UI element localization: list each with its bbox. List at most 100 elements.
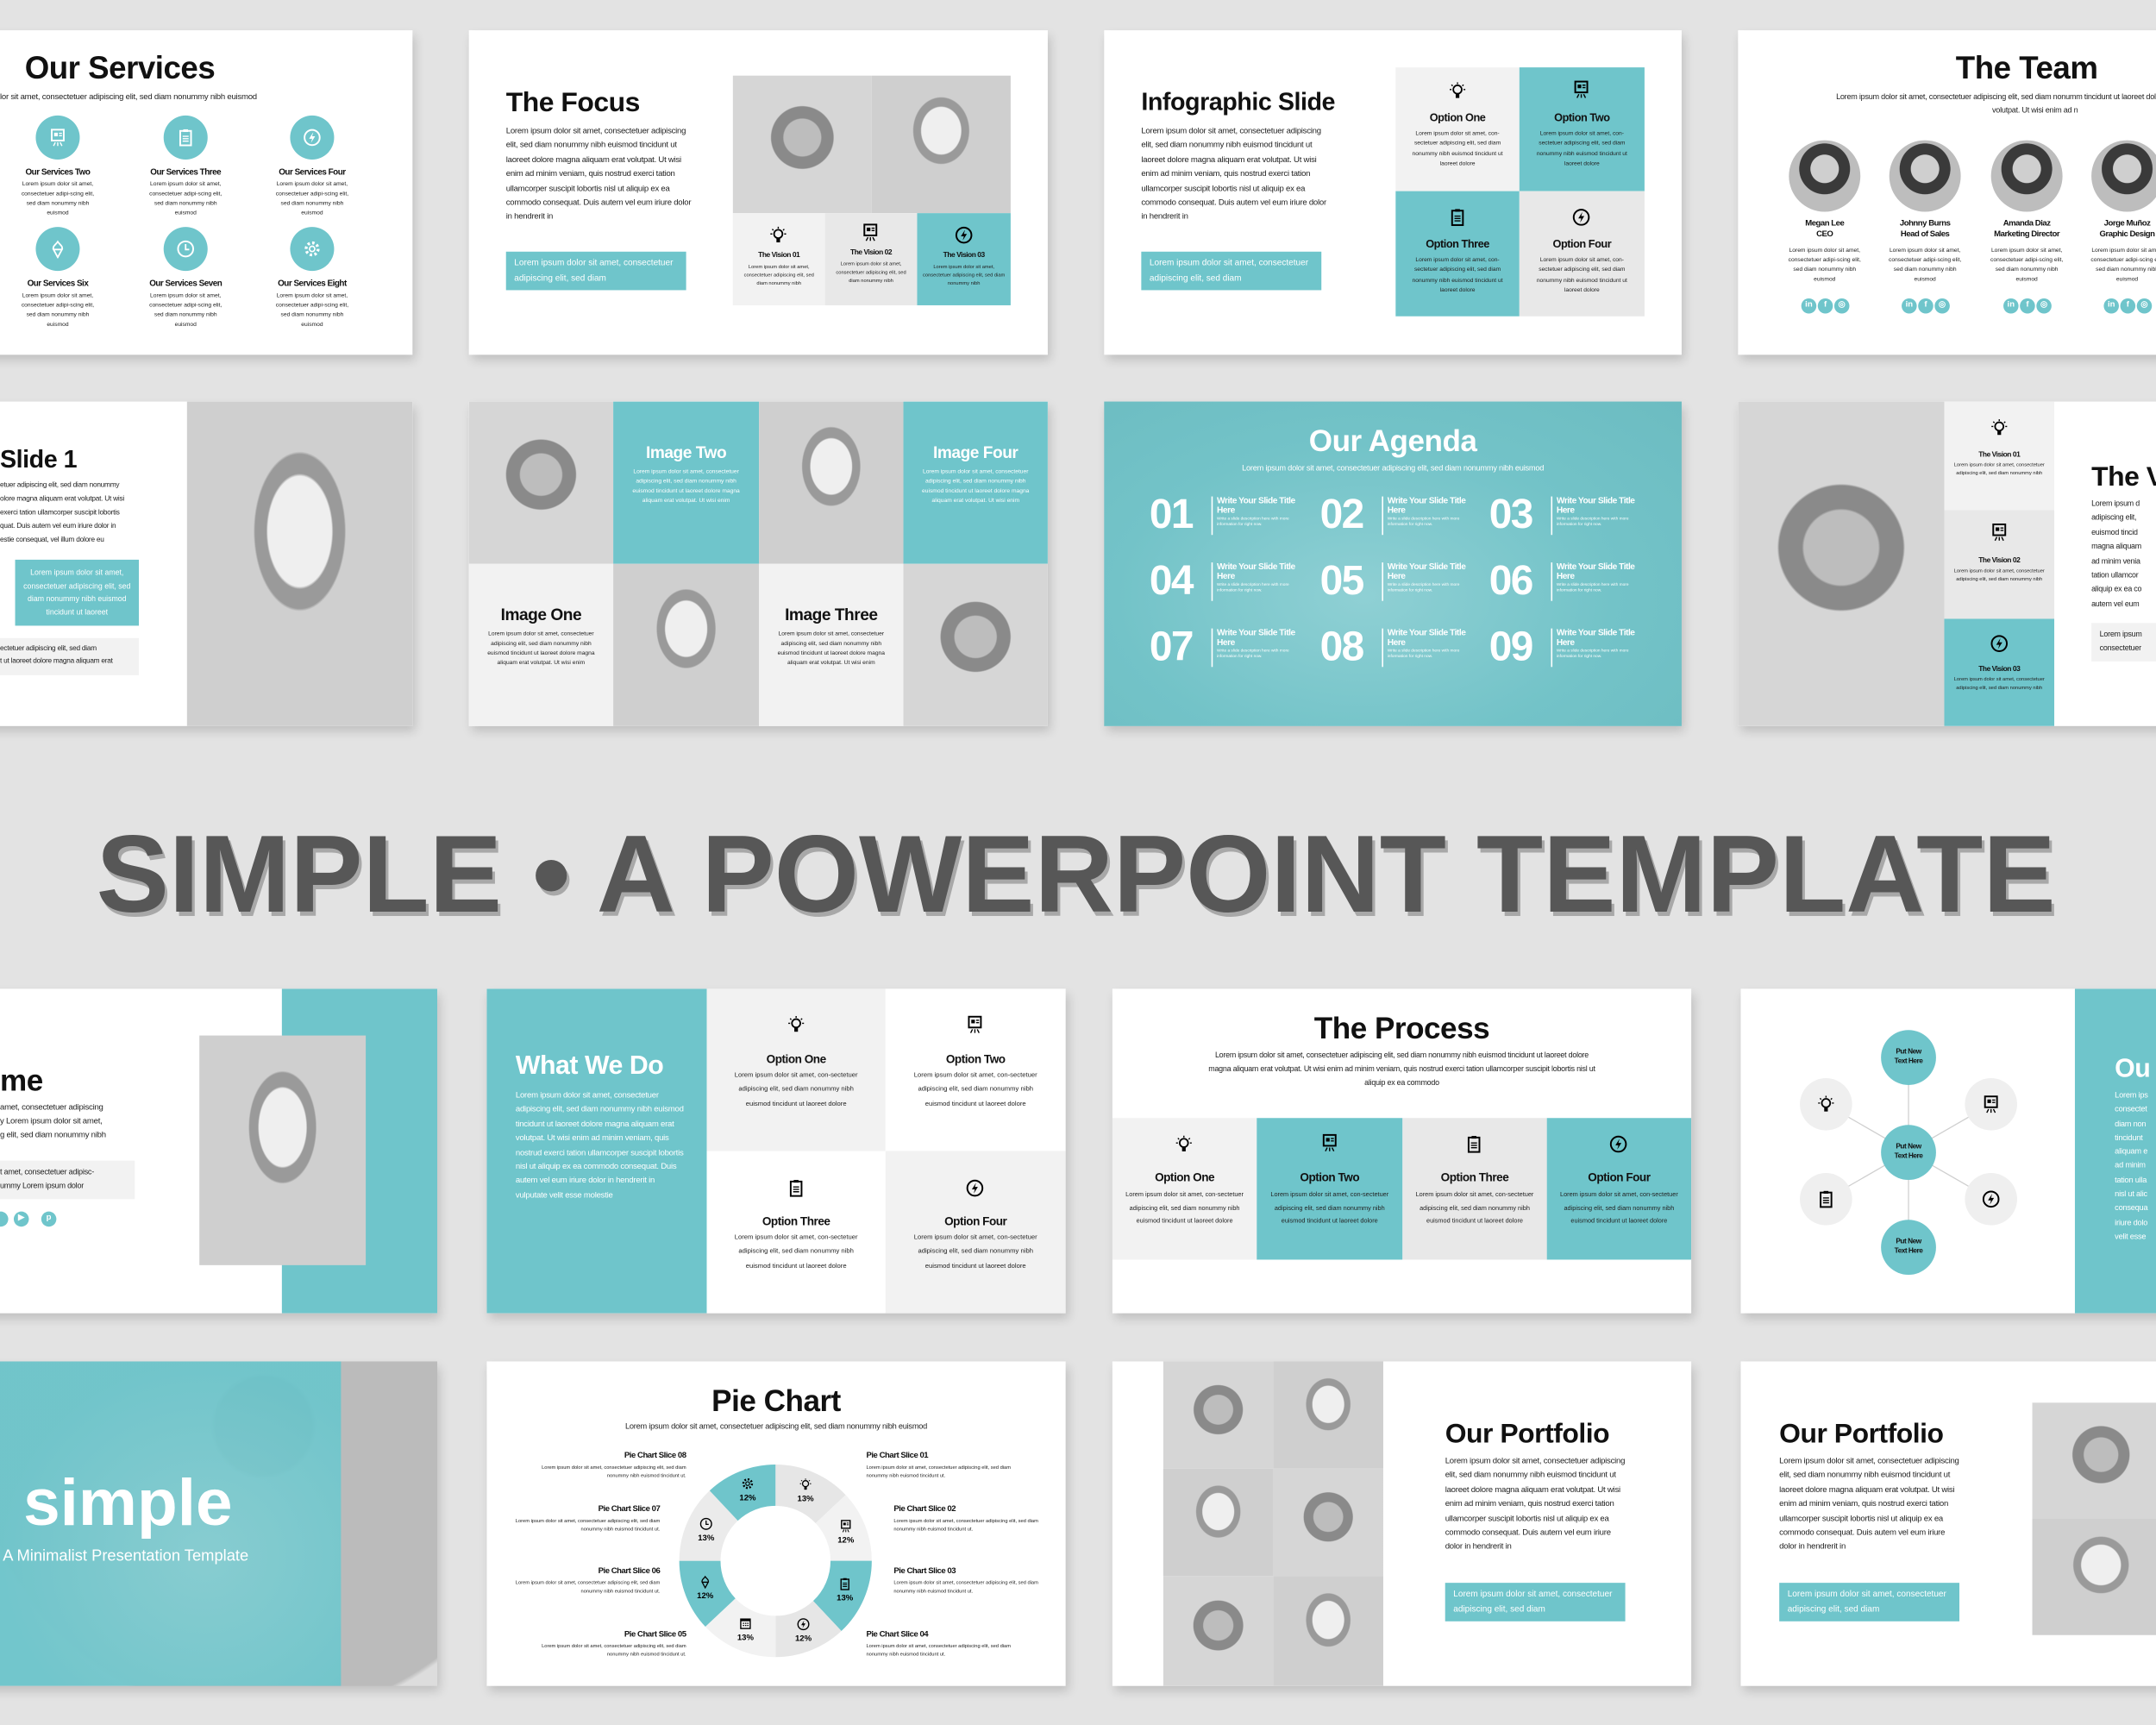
slide-network-diagram[interactable]: Put New Text Here Put New Text Here Put …: [1740, 988, 2156, 1314]
option-cell: Option One Lorem ipsum dolor sit amet, c…: [1395, 67, 1520, 191]
avatar: [1889, 140, 1961, 212]
member-desc: Lorem ipsum dolor sit amet, consectetuer…: [1889, 246, 1962, 282]
portfolio-photo: [2032, 1402, 2156, 1519]
slide-subtitle: Lorem ipsum dolor sit amet, consectetuer…: [1836, 93, 2156, 116]
agenda-divider: [1211, 628, 1213, 668]
slide-about-me[interactable]: me amet, consectetuer adipiscing y Lorem…: [0, 988, 438, 1314]
avatar: [1789, 140, 1861, 212]
teal-panel: Ou Lorem ips consectet diam non tincidun…: [2074, 988, 2156, 1314]
portfolio-photo: [1273, 1361, 1383, 1469]
body-line: nisl ut alic: [2115, 1190, 2147, 1200]
vision-cell: The Vision 03 Lorem ipsum dolor sit amet…: [1944, 618, 2055, 726]
legend-label: Pie Chart Slice 04: [866, 1630, 929, 1640]
body-line: Lorem ips: [2115, 1091, 2148, 1101]
box-line: t ut laoreet dolore magna aliquam erat: [0, 657, 113, 666]
service-icon-circle: [290, 115, 335, 160]
member-role: Graphic Design: [2099, 230, 2156, 240]
clipboard-icon: [1448, 208, 1467, 227]
slide-the-process[interactable]: The Process Lorem ipsum dolor sit amet, …: [1112, 988, 1692, 1314]
option-cell: Option Three Lorem ipsum dolor sit amet,…: [1395, 191, 1520, 317]
box-line: ummy Lorem ipsum dolor: [0, 1182, 85, 1191]
slide-the-vision[interactable]: The Vision 01 Lorem ipsum dolor sit amet…: [1738, 401, 2156, 726]
image-caption-cell: Image One Lorem ipsum dolor sit amet, co…: [468, 563, 614, 726]
slide-our-services[interactable]: Our Services lor sit amet, consectetuer …: [0, 30, 413, 355]
ice-cream-photo: [732, 75, 872, 214]
body-line: g elit, sed diam nonummy nibh: [0, 1132, 106, 1140]
option-label: Option Three: [761, 1214, 830, 1228]
slide-pie-chart[interactable]: Pie Chart Lorem ipsum dolor sit amet, co…: [486, 1361, 1066, 1686]
body-line: consectet: [2115, 1106, 2147, 1114]
facebook-icon[interactable]: f: [1918, 298, 1934, 314]
legend-desc: Lorem ipsum dolor sit amet, consectetuer…: [542, 1643, 686, 1658]
social-icon[interactable]: [0, 1211, 9, 1227]
portfolio-photo: [1163, 1468, 1274, 1577]
vision-desc: Lorem ipsum dolor sit amet, consectetuer…: [836, 260, 906, 284]
slide-infographic[interactable]: Infographic Slide Lorem ipsum dolor sit …: [1104, 30, 1682, 355]
service-desc: Lorem ipsum dolor sit amet, consectetuer…: [21, 179, 95, 216]
member-role: CEO: [1816, 230, 1833, 240]
agenda-item-title: Write Your Slide Title Here: [1217, 628, 1295, 648]
slide-body: Lorem ips consectet diam non tincidunt a…: [2115, 1089, 2148, 1245]
agenda-item-desc: Write a slide description here with more…: [1217, 647, 1289, 659]
cover-title: simple: [23, 1467, 233, 1540]
body-line: euismod tincid: [2091, 529, 2138, 538]
bolt-icon: [1990, 634, 2009, 653]
instagram-icon[interactable]: ◎: [2036, 298, 2052, 314]
youtube-icon[interactable]: ▶: [13, 1211, 29, 1227]
option-desc: Lorem ipsum dolor sit amet, con-sectetue…: [734, 1234, 858, 1270]
linkedin-icon[interactable]: in: [1902, 298, 1917, 314]
slide-title: Our Portfolio: [1445, 1419, 1610, 1450]
slide-our-portfolio-2[interactable]: Our Portfolio Lorem ipsum dolor sit amet…: [1740, 1361, 2156, 1686]
body-line: aliquip ex ea co: [2091, 586, 2142, 595]
slide-subtitle: lor sit amet, consectetuer adipiscing el…: [0, 93, 257, 102]
vision-desc: Lorem ipsum dolor sit amet, consectetuer…: [923, 264, 1006, 286]
slide-the-focus[interactable]: The Focus Lorem ipsum dolor sit amet, co…: [468, 30, 1048, 355]
ice-cream-cone-photo: [613, 563, 760, 726]
bolt-icon: [303, 128, 322, 147]
option-desc: Lorem ipsum dolor sit amet, con-sectetue…: [734, 1072, 858, 1108]
page-title-text: SIMPLE • A POWERPOINT TEMPLATE: [97, 813, 2056, 935]
pinterest-icon[interactable]: p: [41, 1211, 57, 1227]
agenda-number: 08: [1319, 624, 1365, 670]
vision-cell: The Vision 02 Lorem ipsum dolor sit amet…: [824, 213, 918, 305]
vision-cell: The Vision 02 Lorem ipsum dolor sit amet…: [1944, 510, 2055, 619]
body-line: iriure dolo: [2115, 1219, 2148, 1228]
slide-our-portfolio-1[interactable]: Our Portfolio Lorem ipsum dolor sit amet…: [1112, 1361, 1692, 1686]
slide-our-agenda[interactable]: Our Agenda Lorem ipsum dolor sit amet, c…: [1104, 401, 1682, 726]
box-line: ectetuer adipiscing elit, sed diam: [0, 644, 97, 654]
option-label: Option One: [1155, 1170, 1215, 1184]
instagram-icon[interactable]: ◎: [1833, 298, 1850, 314]
facebook-icon[interactable]: f: [1817, 298, 1833, 314]
image-label: Image Two: [646, 442, 727, 462]
linkedin-icon[interactable]: in: [2103, 298, 2119, 314]
linkedin-icon[interactable]: in: [1801, 298, 1817, 314]
facebook-icon[interactable]: f: [2120, 298, 2136, 314]
presentation-icon: [861, 223, 880, 242]
parfait-photo: [759, 401, 904, 564]
instagram-icon[interactable]: ◎: [2136, 298, 2153, 314]
agenda-item-title: Write Your Slide Title Here: [1387, 628, 1466, 648]
slide-images[interactable]: Image Two Lorem ipsum dolor sit amet, co…: [468, 401, 1048, 726]
slide-cover[interactable]: simple A Minimalist Presentation Templat…: [0, 1361, 438, 1686]
network-node: [1965, 1078, 2017, 1131]
slide-what-we-do[interactable]: What We Do Lorem ipsum dolor sit amet, c…: [486, 988, 1066, 1314]
slide-body: etuer adipiscing elit, sed diam nonummy …: [0, 479, 124, 548]
sundae-photo: [468, 401, 614, 564]
slide-body: Lorem ipsum dolor sit amet, consectetuer…: [505, 128, 692, 223]
instagram-icon[interactable]: ◎: [1934, 298, 1950, 314]
network-node-label: Put New Text Here: [1881, 1030, 1936, 1085]
agenda-number: 02: [1319, 492, 1365, 538]
body-line: tation ulla: [2115, 1176, 2147, 1186]
facebook-icon[interactable]: f: [2020, 298, 2035, 314]
service-label: Our Services Eight: [278, 279, 347, 289]
vision-label: The Vision 02: [1978, 556, 2021, 566]
option-cell: Option Three Lorem ipsum dolor sit amet,…: [706, 1151, 886, 1314]
slice-value-label: 13%: [798, 1494, 815, 1503]
vision-cell: The Vision 01 Lorem ipsum dolor sit amet…: [1944, 401, 2055, 511]
option-label: Option One: [1429, 111, 1486, 124]
linkedin-icon[interactable]: in: [2003, 298, 2019, 314]
slide-the-team[interactable]: The Team Lorem ipsum dolor sit amet, con…: [1738, 30, 2156, 355]
legend-desc: Lorem ipsum dolor sit amet, consectetuer…: [893, 1518, 1038, 1533]
service-label: Our Services Two: [25, 167, 91, 178]
slide-slide-1[interactable]: Slide 1 etuer adipiscing elit, sed diam …: [0, 401, 413, 726]
